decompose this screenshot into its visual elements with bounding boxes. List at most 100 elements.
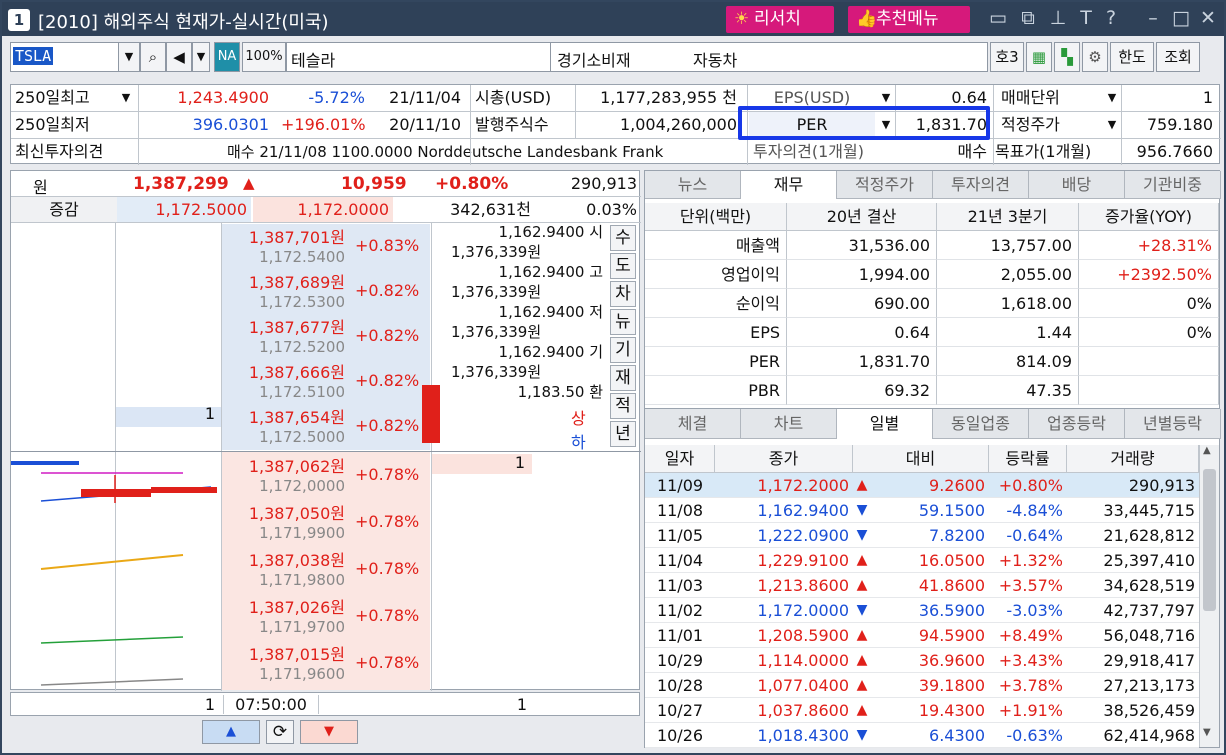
daily-close: 1,037.8600 — [757, 701, 849, 720]
research-button[interactable]: ☀ 리서치 — [726, 6, 834, 33]
help-icon[interactable]: ? — [1100, 7, 1122, 29]
grid-layout-icon[interactable]: ▚ — [1054, 42, 1080, 72]
side-button[interactable]: 수 — [610, 225, 636, 251]
tab-4[interactable]: 배당 — [1029, 171, 1125, 199]
ask-change-pct: +0.82% — [355, 416, 420, 435]
high-250-date: 21/11/04 — [389, 88, 461, 107]
tab-1[interactable]: 재무 — [741, 171, 837, 199]
divider — [1121, 85, 1122, 165]
table-row[interactable]: 11/05 1,222.0900 ▼ 7.8200 -0.64% 21,628,812 — [645, 523, 1199, 548]
ticker-dropdown-icon[interactable]: ▼ — [118, 42, 140, 72]
mcap-value: 1,177,283,955 천 — [600, 88, 737, 107]
table-row[interactable]: 10/26 1,018.4300 ▼ 6.4300 -0.63% 62,414,968 — [645, 723, 1199, 748]
up-arrow-icon: ▲ — [856, 627, 868, 643]
limit-button[interactable]: 한도 — [1110, 42, 1154, 72]
fin-cell: 1,994.00 — [787, 260, 937, 289]
app-window: 1 [2010] 해외주식 현재가-실시간(미국) ☀ 리서치 👍추천메뉴 ▭ ⧉… — [0, 0, 1226, 755]
chevron-down-icon[interactable]: ▼ — [117, 85, 135, 111]
side-button[interactable]: 차 — [610, 281, 636, 307]
side-button[interactable]: 적 — [610, 393, 636, 419]
trade-unit-label: 매매단위 — [1001, 88, 1060, 107]
tab-2[interactable]: 적정주가 — [837, 171, 933, 199]
daily-rate: -0.64% — [1006, 526, 1063, 545]
tab-1[interactable]: 차트 — [741, 409, 837, 439]
table-row[interactable]: 11/09 1,172.2000 ▲ 9.2600 +0.80% 290,913 — [645, 473, 1199, 498]
tab-0[interactable]: 뉴스 — [645, 171, 741, 199]
up-arrow-icon: ▲ — [856, 702, 868, 718]
gear-icon[interactable]: ⚙ — [1082, 42, 1108, 72]
upper-limit-label: 상 — [571, 409, 586, 428]
table-row[interactable]: 10/29 1,114.0000 ▲ 36.9600 +3.43% 29,918,417 — [645, 648, 1199, 673]
scroll-up-button[interactable]: ▲ — [202, 720, 260, 744]
table-row[interactable]: 11/03 1,213.8600 ▲ 41.8600 +3.57% 34,628,519 — [645, 573, 1199, 598]
excel-icon[interactable]: ▦ — [1026, 42, 1052, 72]
table-row[interactable]: 11/02 1,172.0000 ▼ 36.5900 -3.03% 42,737,797 — [645, 598, 1199, 623]
down-arrow-icon: ▼ — [856, 527, 868, 543]
tab-4[interactable]: 업종등락 — [1029, 409, 1125, 439]
query-button[interactable]: 조회 — [1156, 42, 1200, 72]
candle — [151, 487, 217, 493]
ticker-input[interactable]: TSLA — [10, 42, 120, 72]
bid-price-won: 1,387,038원 — [248, 551, 345, 570]
daily-rate: +3.43% — [998, 651, 1063, 670]
bid-price-won: 1,387,026원 — [248, 598, 345, 617]
daily-volume: 27,213,173 — [1103, 676, 1195, 695]
fin-cell: 1,831.70 — [787, 347, 937, 376]
quote-level-button[interactable]: 호3 — [990, 42, 1024, 72]
scroll-up-icon[interactable]: ▲ — [1203, 445, 1211, 456]
table-row[interactable]: 11/08 1,162.9400 ▼ 59.1500 -4.84% 33,445,715 — [645, 498, 1199, 523]
layout-icon[interactable]: ▭ — [987, 7, 1009, 29]
daily-volume: 38,526,459 — [1103, 701, 1195, 720]
table-row[interactable]: 11/04 1,229.9100 ▲ 16.0500 +1.32% 25,397,410 — [645, 548, 1199, 573]
side-button[interactable]: 기 — [610, 337, 636, 363]
refresh-icon[interactable]: ⟳ — [266, 720, 294, 744]
speaker-dropdown-icon[interactable]: ▼ — [192, 42, 210, 72]
na-badge: NA — [214, 42, 240, 72]
bid-change-pct: +0.78% — [355, 559, 420, 578]
table-row[interactable]: 10/27 1,037.8600 ▲ 19.4300 +1.91% 38,526,459 — [645, 698, 1199, 723]
chevron-down-icon[interactable]: ▼ — [1103, 112, 1121, 138]
fin-cell: PBR — [645, 376, 787, 405]
bid-price-usd: 1,171,9900 — [259, 524, 345, 542]
tab-5[interactable]: 년별등락 — [1125, 409, 1221, 439]
table-row[interactable]: 10/28 1,077.0400 ▲ 39.1800 +3.78% 27,213,173 — [645, 673, 1199, 698]
side-button[interactable]: 뉴 — [610, 309, 636, 335]
font-icon[interactable]: T — [1075, 7, 1097, 29]
minimize-icon[interactable]: – — [1142, 7, 1164, 29]
fin-cell: 순이익 — [645, 289, 787, 318]
daily-close: 1,077.0400 — [757, 676, 849, 695]
daily-volume: 25,397,410 — [1103, 551, 1195, 570]
tab-3[interactable]: 동일업종 — [933, 409, 1029, 439]
pin-icon[interactable]: ⊥ — [1047, 7, 1069, 29]
tab-3[interactable]: 투자의견 — [933, 171, 1029, 199]
daily-date: 11/09 — [656, 476, 704, 495]
book-footer-row: 1 07:50:00 1 — [10, 692, 640, 716]
side-button[interactable]: 재 — [610, 365, 636, 391]
chevron-down-icon[interactable]: ▼ — [1103, 85, 1121, 111]
recommend-menu-button[interactable]: 👍추천메뉴 — [848, 6, 970, 33]
scrollbar-thumb[interactable] — [1203, 469, 1216, 611]
maximize-icon[interactable]: □ — [1170, 7, 1192, 29]
window-icon[interactable]: ⧉ — [1017, 7, 1039, 29]
scroll-down-icon[interactable]: ▼ — [1203, 727, 1211, 738]
thumbs-up-icon: 👍 — [856, 9, 878, 29]
up-arrow-icon: ▲ — [856, 652, 868, 668]
tab-0[interactable]: 체결 — [645, 409, 741, 439]
fin-cell: 2,055.00 — [937, 260, 1079, 289]
ask-price-won: 1,387,689원 — [248, 273, 345, 292]
speaker-icon[interactable]: ◀ — [166, 42, 192, 72]
tab-2[interactable]: 일별 — [837, 409, 933, 439]
scroll-down-button[interactable]: ▼ — [300, 720, 358, 744]
tab-5[interactable]: 기관비중 — [1125, 171, 1221, 199]
trade-unit-value: 1 — [1202, 88, 1213, 107]
table-row[interactable]: 11/01 1,208.5900 ▲ 94.5900 +8.49% 56,048,716 — [645, 623, 1199, 648]
down-arrow-icon: ▼ — [856, 502, 868, 518]
search-icon[interactable]: ⌕ — [140, 42, 166, 72]
close-icon[interactable]: ✕ — [1197, 7, 1219, 29]
daily-rate: +0.80% — [998, 476, 1063, 495]
side-button[interactable]: 도 — [610, 253, 636, 279]
scrollbar[interactable]: ▲ ▼ — [1199, 445, 1219, 747]
fin-cell: EPS — [645, 318, 787, 347]
side-button[interactable]: 년 — [610, 421, 636, 447]
daily-rate: +3.57% — [998, 576, 1063, 595]
